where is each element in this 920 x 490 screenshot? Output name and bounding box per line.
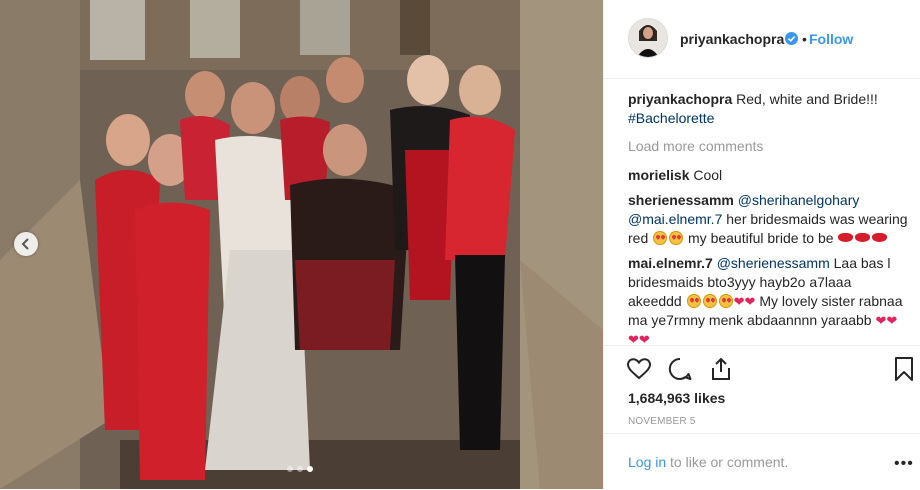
heart-eyes-emoji-icon — [686, 294, 701, 308]
more-options-button[interactable]: ••• — [894, 455, 914, 473]
post-username[interactable]: priyankachopra — [680, 31, 784, 47]
previous-slide-button[interactable] — [14, 232, 38, 256]
hashtag-link[interactable]: #Bachelorette — [628, 110, 714, 126]
heart-eyes-emoji-icon — [669, 231, 684, 245]
group-photo-illustration — [0, 0, 603, 489]
post-date: NOVEMBER 5 — [628, 416, 696, 427]
carousel-indicator — [287, 466, 313, 472]
lips-emoji-icon — [872, 233, 888, 242]
caption-username[interactable]: priyankachopra — [628, 91, 732, 107]
verified-badge-icon — [785, 32, 798, 45]
red-heart-emoji-icon: ❤ — [744, 294, 756, 309]
heart-eyes-emoji-icon — [718, 294, 733, 308]
comment-item: sherienessamm @sherihanelgohary @mai.eln… — [628, 191, 908, 248]
avatar-image — [629, 19, 667, 57]
comment-username[interactable]: sherienessamm — [628, 192, 734, 208]
lips-emoji-icon — [855, 233, 871, 242]
share-icon[interactable] — [708, 356, 734, 382]
carousel-dot — [297, 466, 303, 472]
comment-text: Cool — [693, 167, 723, 183]
comments-list: priyankachopra Red, white and Bride!!! #… — [628, 90, 908, 345]
load-more-comments-button[interactable]: Load more comments — [628, 137, 908, 156]
login-prompt: Log in to like or comment. — [628, 454, 788, 470]
comment-item: morielisk Cool — [628, 166, 908, 185]
likes-count[interactable]: 1,684,963 likes — [628, 390, 725, 406]
bookmark-icon[interactable] — [891, 356, 917, 382]
mention-link[interactable]: @sherienessamm — [717, 255, 830, 271]
heart-icon[interactable] — [626, 356, 652, 382]
carousel-dot-active — [307, 466, 313, 472]
caption: priyankachopra Red, white and Bride!!! #… — [628, 90, 908, 128]
caption-text: Red, white and Bride!!! — [736, 91, 878, 107]
post-header: priyankachopra • Follow — [604, 0, 920, 79]
comment-bubble-icon[interactable] — [667, 356, 693, 382]
comment-username[interactable]: morielisk — [628, 167, 689, 183]
follow-button[interactable]: Follow — [809, 31, 853, 47]
red-heart-emoji-icon: ❤ — [733, 294, 745, 309]
comment-text: my beautiful bride to be — [688, 230, 834, 246]
comment-item: mai.elnemr.7 @sherienessamm Laa bas l br… — [628, 254, 908, 345]
login-link[interactable]: Log in — [628, 454, 666, 470]
heart-eyes-emoji-icon — [653, 231, 668, 245]
heart-eyes-emoji-icon — [702, 294, 717, 308]
post-sidebar: priyankachopra • Follow priyankachopra R… — [603, 0, 920, 489]
separator-dot: • — [802, 31, 807, 47]
login-text: to like or comment. — [670, 454, 789, 470]
post-photo[interactable] — [0, 0, 603, 489]
lips-emoji-icon — [838, 233, 854, 242]
mention-link[interactable]: @sherihanelgohary — [738, 192, 860, 208]
avatar[interactable] — [628, 18, 668, 58]
login-footer: Log in to like or comment. ••• — [604, 433, 920, 490]
carousel-dot — [287, 466, 293, 472]
comment-username[interactable]: mai.elnemr.7 — [628, 255, 713, 271]
mention-link[interactable]: @mai.elnemr.7 — [628, 211, 722, 227]
chevron-left-icon — [21, 238, 29, 250]
